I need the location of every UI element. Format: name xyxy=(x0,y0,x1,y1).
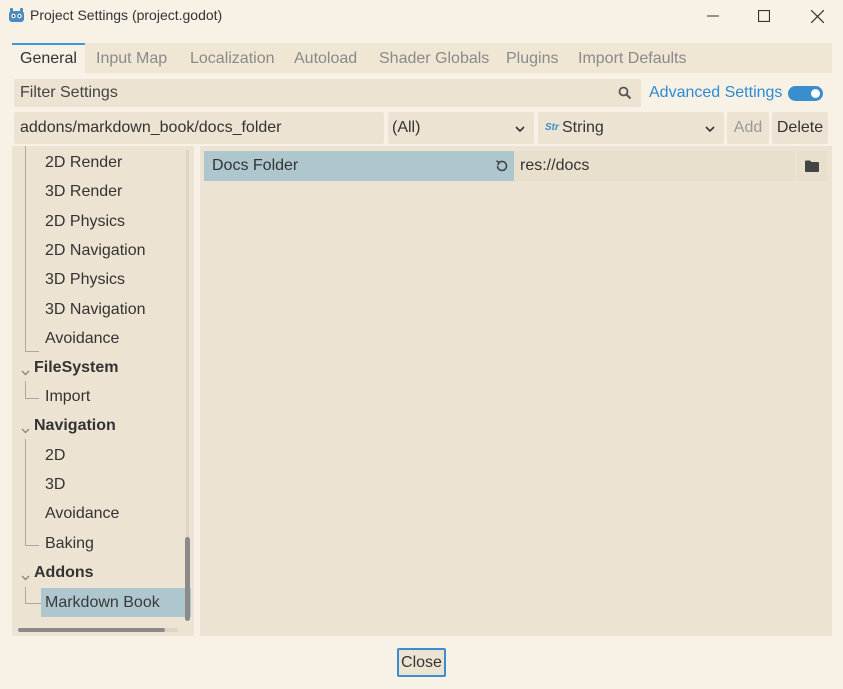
tree-section-navigation[interactable]: Navigation xyxy=(34,413,116,439)
tab-bar: General Input Map Localization Autoload … xyxy=(12,43,832,73)
tree-item-avoidance-nav[interactable]: Avoidance xyxy=(45,501,119,527)
filter-settings-input[interactable]: Filter Settings xyxy=(14,79,641,107)
property-name-label: Docs Folder xyxy=(212,157,299,174)
fold-arrow-icon[interactable] xyxy=(21,364,30,376)
tree-item-3d[interactable]: 3D xyxy=(45,472,65,498)
tree-item-import[interactable]: Import xyxy=(45,384,90,410)
godot-icon xyxy=(8,7,25,24)
title-bar: Project Settings (project.godot) xyxy=(0,0,843,32)
tree-item-3d-render[interactable]: 3D Render xyxy=(45,179,122,205)
add-button[interactable]: Add xyxy=(727,112,769,144)
delete-button[interactable]: Delete xyxy=(772,112,828,144)
tree-item-markdown-book[interactable]: Markdown Book xyxy=(41,588,191,617)
tree-item-3d-navigation[interactable]: 3D Navigation xyxy=(45,297,146,323)
advanced-settings-label[interactable]: Advanced Settings xyxy=(649,84,782,102)
tree-item-2d[interactable]: 2D xyxy=(45,443,65,469)
category-select-value: (All) xyxy=(392,119,421,136)
property-inspector xyxy=(200,146,832,636)
category-select[interactable]: (All) xyxy=(388,112,534,144)
browse-folder-button[interactable] xyxy=(797,151,827,181)
settings-tree: 2D Render 3D Render 2D Physics 2D Naviga… xyxy=(12,146,194,636)
fold-arrow-icon[interactable] xyxy=(21,422,30,434)
close-icon xyxy=(810,9,824,23)
tree-connector xyxy=(25,351,39,352)
search-icon xyxy=(617,85,633,101)
tree-item-2d-navigation[interactable]: 2D Navigation xyxy=(45,238,146,264)
toggle-knob xyxy=(811,89,820,98)
close-window-button[interactable] xyxy=(791,0,843,32)
folder-icon xyxy=(805,160,819,172)
tab-shader-globals[interactable]: Shader Globals xyxy=(371,43,497,73)
close-button[interactable]: Close xyxy=(397,648,446,677)
property-path-input[interactable]: addons/markdown_book/docs_folder xyxy=(14,112,384,144)
tree-connector xyxy=(25,439,26,545)
tree-item-2d-render[interactable]: 2D Render xyxy=(45,150,122,176)
tab-input-map[interactable]: Input Map xyxy=(88,43,175,73)
tree-item-baking[interactable]: Baking xyxy=(45,531,94,557)
tree-item-2d-physics[interactable]: 2D Physics xyxy=(45,209,125,235)
chevron-down-icon xyxy=(704,122,716,134)
tree-horizontal-scrollbar[interactable] xyxy=(18,628,165,632)
minimize-button[interactable] xyxy=(687,0,739,32)
tab-general[interactable]: General xyxy=(12,43,85,73)
tree-connector xyxy=(25,603,41,604)
property-value-text: res://docs xyxy=(520,157,590,174)
string-type-icon: Str xyxy=(545,122,559,133)
tree-section-addons[interactable]: Addons xyxy=(34,560,94,586)
chevron-down-icon xyxy=(514,122,526,134)
minimize-icon xyxy=(707,15,719,17)
tree-connector xyxy=(25,545,39,546)
fold-arrow-icon[interactable] xyxy=(21,569,30,581)
tree-vertical-scrollbar[interactable] xyxy=(185,537,190,621)
tree-connector xyxy=(25,587,26,603)
property-name-cell[interactable]: Docs Folder xyxy=(204,151,514,181)
maximize-button[interactable] xyxy=(738,0,790,32)
tree-item-3d-physics[interactable]: 3D Physics xyxy=(45,267,125,293)
maximize-icon xyxy=(758,10,770,22)
tree-connector xyxy=(25,381,26,398)
tab-localization[interactable]: Localization xyxy=(182,43,283,73)
type-select-value: String xyxy=(562,119,604,136)
tab-autoload[interactable]: Autoload xyxy=(286,43,365,73)
type-select[interactable]: Str String xyxy=(538,112,724,144)
property-value-field[interactable]: res://docs xyxy=(514,151,795,181)
advanced-settings-toggle[interactable] xyxy=(788,86,823,101)
tree-connector xyxy=(25,398,39,399)
tab-plugins[interactable]: Plugins xyxy=(498,43,566,73)
filter-placeholder: Filter Settings xyxy=(20,84,118,101)
tree-connector xyxy=(25,146,26,351)
tree-item-avoidance[interactable]: Avoidance xyxy=(45,326,119,352)
window-title: Project Settings (project.godot) xyxy=(30,7,223,23)
property-path-value: addons/markdown_book/docs_folder xyxy=(20,119,282,136)
tab-import-defaults[interactable]: Import Defaults xyxy=(570,43,694,73)
tree-section-filesystem[interactable]: FileSystem xyxy=(34,355,118,381)
revert-icon[interactable] xyxy=(494,158,510,174)
